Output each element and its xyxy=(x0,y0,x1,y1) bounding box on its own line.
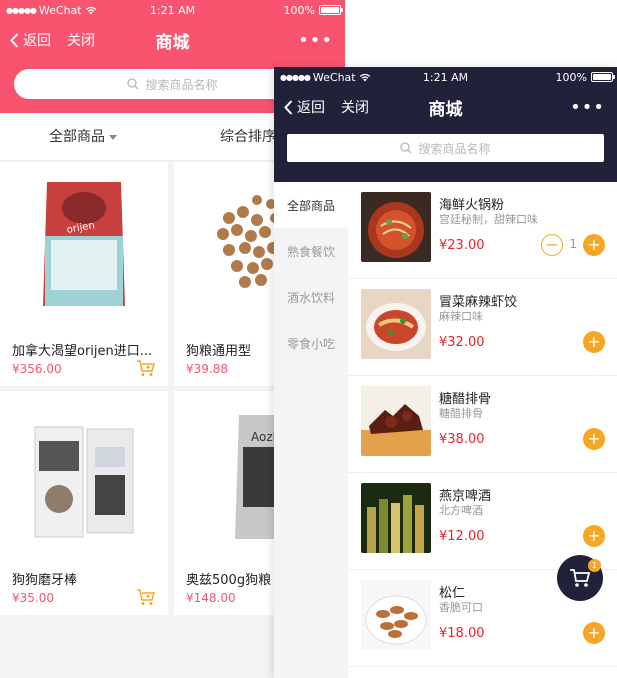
close-button[interactable]: 关闭 xyxy=(67,30,95,50)
add-item-button[interactable]: + xyxy=(583,234,605,256)
food-image-hotpot-noodles xyxy=(361,192,431,262)
food-shop-screen: ●●●●● WeChat 1:21 AM 100% 返回 关闭 商城 ••• 搜… xyxy=(274,67,617,678)
category-all[interactable]: 全部商品 xyxy=(274,182,348,228)
snack-image-pine-nuts xyxy=(361,580,431,650)
sort-filter[interactable]: 综合排序 xyxy=(220,126,276,146)
back-button[interactable]: 返回 xyxy=(284,97,325,117)
item-price: ¥32.00 xyxy=(439,335,485,350)
food-image-sweet-sour-ribs xyxy=(361,386,431,456)
battery-icon xyxy=(591,72,615,82)
add-item-button[interactable]: + xyxy=(583,622,605,644)
status-bar: ●●●●● WeChat 1:21 AM 100% xyxy=(0,0,345,20)
product-name: 加拿大渴望orijen进口... xyxy=(12,344,153,359)
more-button[interactable]: ••• xyxy=(570,97,605,118)
food-image-spicy-shrimp-dumplings xyxy=(361,289,431,359)
product-name: 狗狗磨牙棒 xyxy=(12,573,78,588)
product-card[interactable]: orijen 加拿大渴望orijen进口... ¥356.00 xyxy=(0,162,168,386)
category-sidebar: 全部商品 熟食餐饮 酒水饮料 零食小吃 xyxy=(274,182,348,678)
close-button[interactable]: 关闭 xyxy=(341,97,369,117)
product-price: ¥148.00 xyxy=(186,591,236,605)
category-drinks[interactable]: 酒水饮料 xyxy=(274,274,348,320)
item-price: ¥18.00 xyxy=(439,626,485,641)
nav-bar: 返回 关闭 商城 ••• xyxy=(0,20,345,60)
search-icon xyxy=(400,142,412,154)
floating-cart-button[interactable]: 1 xyxy=(557,555,603,601)
battery-percent: 100% xyxy=(283,3,315,17)
search-icon xyxy=(127,78,139,90)
item-desc: 麻辣口味 xyxy=(439,310,483,323)
add-to-cart-icon[interactable] xyxy=(136,588,156,606)
drink-image-beer-bottles xyxy=(361,483,431,553)
search-placeholder: 搜索商品名称 xyxy=(145,77,218,92)
page-title: 商城 xyxy=(428,99,463,120)
product-price: ¥39.88 xyxy=(186,362,228,376)
search-input[interactable]: 搜索商品名称 xyxy=(287,134,604,162)
item-quantity: 1 xyxy=(569,237,577,251)
product-price: ¥35.00 xyxy=(12,591,54,605)
page-title: 商城 xyxy=(155,32,190,53)
nav-bar: 返回 关闭 商城 ••• xyxy=(274,87,617,127)
search-placeholder: 搜索商品名称 xyxy=(418,141,491,156)
product-price: ¥356.00 xyxy=(12,362,62,376)
svg-text:Aozi: Aozi xyxy=(251,430,276,444)
add-item-button[interactable]: + xyxy=(583,331,605,353)
battery-percent: 100% xyxy=(555,70,587,84)
product-image-dental-sticks xyxy=(34,426,134,538)
item-desc: 香脆可口 xyxy=(439,601,483,614)
category-snacks[interactable]: 零食小吃 xyxy=(274,320,348,366)
more-button[interactable]: ••• xyxy=(298,30,333,51)
item-price: ¥23.00 xyxy=(439,238,485,253)
list-item[interactable]: 冒菜麻辣虾饺 麻辣口味 ¥32.00 + xyxy=(348,279,617,376)
category-cooked-food[interactable]: 熟食餐饮 xyxy=(274,228,348,274)
cart-count-badge: 1 xyxy=(588,559,601,572)
list-item[interactable]: 糖醋排骨 糖醋排骨 ¥38.00 + xyxy=(348,376,617,473)
decrease-quantity-button[interactable]: − xyxy=(541,234,563,256)
battery-icon xyxy=(319,5,343,15)
item-price: ¥12.00 xyxy=(439,529,485,544)
item-desc: 北方啤酒 xyxy=(439,504,483,517)
status-bar: ●●●●● WeChat 1:21 AM 100% xyxy=(274,67,617,87)
item-desc: 宫廷秘制，甜辣口味 xyxy=(439,213,538,226)
product-image-dog-food-bag: orijen xyxy=(43,182,125,306)
add-item-button[interactable]: + xyxy=(583,525,605,547)
all-products-filter[interactable]: 全部商品 xyxy=(49,126,117,146)
back-label: 返回 xyxy=(23,33,51,49)
back-label: 返回 xyxy=(297,100,325,116)
add-item-button[interactable]: + xyxy=(583,428,605,450)
add-to-cart-icon[interactable] xyxy=(136,359,156,377)
triangle-down-icon xyxy=(109,134,117,140)
back-button[interactable]: 返回 xyxy=(10,30,51,50)
list-item[interactable]: 海鲜火锅粉 宫廷秘制，甜辣口味 ¥23.00 − 1 + xyxy=(348,182,617,279)
chevron-left-icon xyxy=(284,99,293,115)
product-card[interactable]: 狗狗磨牙棒 ¥35.00 xyxy=(0,391,168,615)
chevron-left-icon xyxy=(10,32,19,48)
item-price: ¥38.00 xyxy=(439,432,485,447)
item-desc: 糖醋排骨 xyxy=(439,407,483,420)
shopping-cart-icon xyxy=(570,569,591,587)
